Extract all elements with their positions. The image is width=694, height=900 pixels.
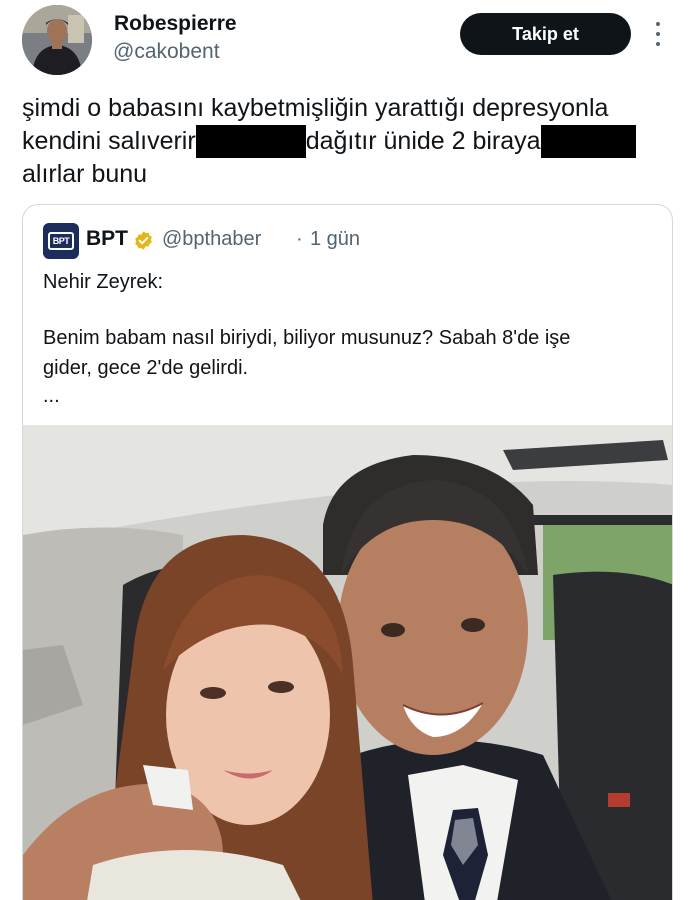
- tweet-line-2: kendini salıverir dağıtır ünide 2 biraya: [22, 125, 672, 158]
- quoted-photo[interactable]: [23, 425, 672, 900]
- quoted-text-line-3: gider, gece 2'de gelirdi.: [43, 357, 249, 379]
- avatar-image: [22, 5, 92, 75]
- author-display-name[interactable]: Robespierre: [114, 12, 237, 36]
- redaction-block: [540, 125, 636, 158]
- quoted-timestamp[interactable]: 1 gün: [310, 228, 360, 251]
- tweet-line-3: alırlar bunu: [22, 160, 148, 188]
- tweet-line-2-part-b: dağıtır ünide 2 biraya: [305, 127, 541, 155]
- quoted-author-name[interactable]: BPT: [86, 227, 128, 251]
- tweet-line-2-part-a: kendini salıverir: [22, 127, 196, 155]
- verified-badge-icon: [135, 231, 152, 250]
- dot: [656, 22, 660, 26]
- tweet-line-1: şimdi o babasını kaybetmişliğin yarattığ…: [22, 94, 609, 122]
- author-avatar[interactable]: [22, 5, 92, 75]
- quoted-text-line-1: Nehir Zeyrek:: [43, 271, 164, 293]
- bpt-logo-text: BPT: [52, 236, 70, 246]
- quoted-author-handle[interactable]: @bpthaber: [162, 228, 261, 251]
- bpt-logo-avatar[interactable]: BPT: [43, 223, 79, 259]
- dot: [656, 42, 660, 46]
- tweet-text: şimdi o babasını kaybetmişliğin yarattığ…: [22, 92, 672, 191]
- quoted-text-ellipsis: ...: [43, 385, 60, 407]
- quoted-text-line-2: Benim babam nasıl biriydi, biliyor musun…: [43, 327, 571, 349]
- more-options-icon[interactable]: [650, 22, 666, 46]
- redaction-block: [195, 125, 306, 158]
- selfie-photo: [23, 425, 672, 900]
- quoted-tweet-card[interactable]: BPT BPT @bpthaber · 1 gün Nehir Zeyrek: …: [22, 204, 673, 900]
- meta-separator: ·: [296, 228, 303, 250]
- dot: [656, 32, 660, 36]
- author-handle[interactable]: @cakobent: [113, 40, 220, 64]
- bpt-logo-mark: BPT: [48, 232, 74, 250]
- follow-button[interactable]: Takip et: [460, 13, 631, 55]
